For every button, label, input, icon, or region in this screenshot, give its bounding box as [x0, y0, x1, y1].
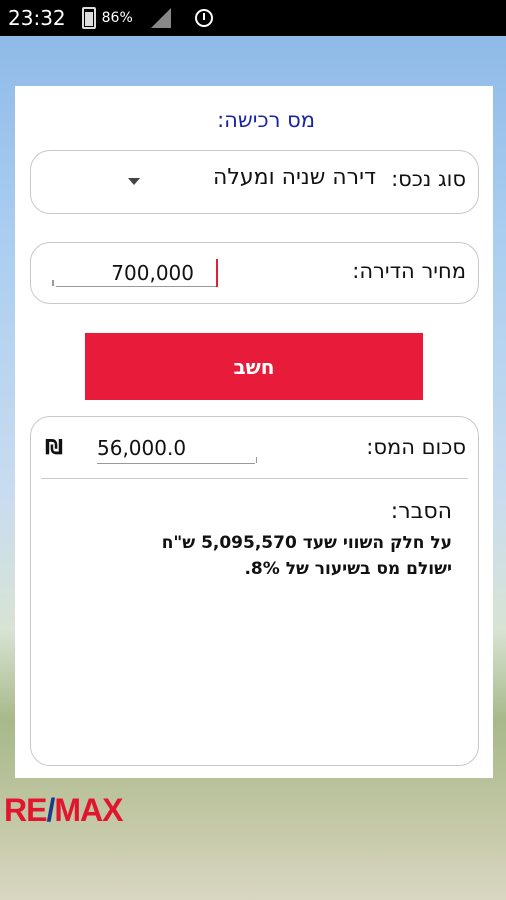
property-type-label: סוג נכס: — [391, 167, 466, 191]
tax-amount-label: סכום המס: — [366, 435, 466, 459]
price-value: 700,000 — [111, 261, 194, 285]
price-label: מחיר הדירה: — [352, 259, 466, 283]
calculator-panel: מס רכישה: סוג נכס: דירה שניה ומעלה מחיר … — [15, 86, 493, 778]
explanation-title: הסבר: — [390, 499, 452, 524]
battery-percent: 86% — [101, 10, 133, 26]
divider — [41, 478, 468, 479]
tax-amount-field: 56,000.0 — [97, 433, 257, 464]
remax-logo: RE/MAX — [4, 792, 123, 828]
text-cursor — [216, 259, 218, 287]
property-type-select[interactable]: דירה שניה ומעלה — [213, 165, 376, 190]
explanation-line-2: ישולם מס בשיעור של 8%. — [244, 559, 452, 579]
page-title: מס רכישה: — [217, 108, 315, 132]
alarm-icon — [194, 9, 213, 27]
price-input[interactable]: 700,000 — [52, 253, 218, 287]
calculate-button[interactable]: חשב — [85, 333, 423, 400]
property-type-row[interactable]: סוג נכס: דירה שניה ומעלה — [30, 150, 479, 214]
field-underline-tick — [256, 457, 257, 463]
battery-icon — [81, 7, 96, 29]
status-bar: 23:32 86% — [0, 0, 506, 36]
explanation-line-1: על חלק השווי שעד 5,095,570 ש"ח — [161, 533, 452, 553]
dropdown-caret-icon[interactable] — [128, 178, 140, 185]
currency-symbol: ₪ — [45, 435, 64, 459]
input-underline-tick — [52, 280, 54, 286]
signal-icon — [150, 8, 171, 28]
tax-amount-value: 56,000.0 — [97, 436, 187, 460]
price-row: מחיר הדירה: 700,000 — [30, 242, 479, 304]
result-box: סכום המס: 56,000.0 ₪ הסבר: על חלק השווי … — [30, 416, 479, 766]
status-time: 23:32 — [8, 6, 66, 30]
